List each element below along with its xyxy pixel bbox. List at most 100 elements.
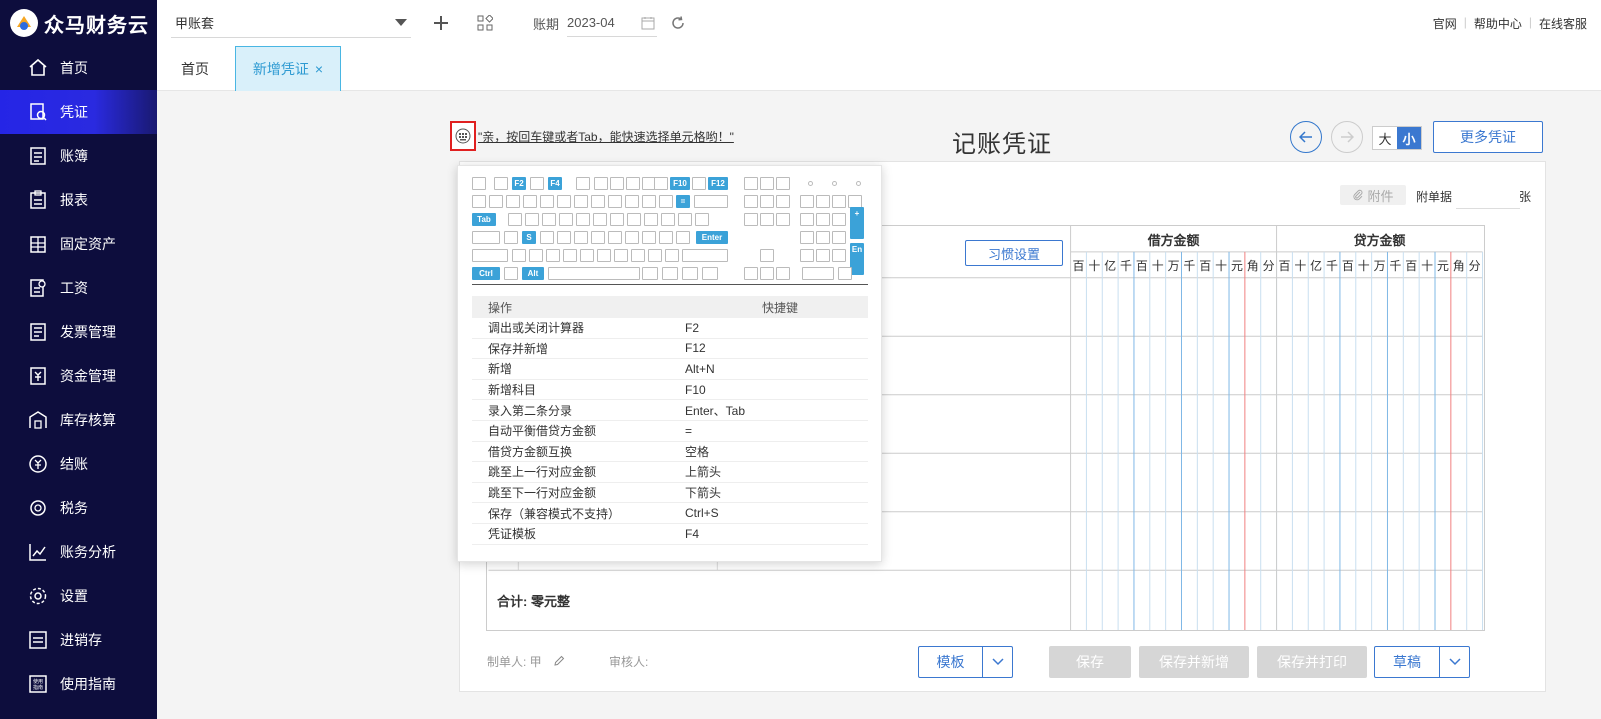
- divider: [472, 284, 868, 285]
- keyboard-key-highlight: S: [522, 231, 536, 244]
- digit-unit-label: 角: [1247, 259, 1259, 273]
- keyboard-key: [512, 249, 526, 262]
- shortcut-action: 跳至上一行对应金额: [488, 465, 597, 480]
- apps-grid-icon[interactable]: [477, 15, 493, 31]
- digit-unit-label: 分: [1263, 259, 1275, 273]
- digit-unit-label: 亿: [1310, 258, 1322, 273]
- digit-unit-label: 千: [1120, 259, 1132, 273]
- habit-settings-button[interactable]: 习惯设置: [965, 240, 1063, 266]
- shortcut-hint-text[interactable]: "亲，按回车键或者Tab，能快速选择单元格哟！": [478, 128, 734, 145]
- shortcut-action: 跳至下一行对应金额: [488, 486, 597, 501]
- keyboard-key: [642, 267, 658, 280]
- keyboard-key: [610, 213, 624, 226]
- tab-home[interactable]: 首页: [181, 46, 209, 91]
- sidebar-item-3[interactable]: 报表: [0, 178, 157, 222]
- template-button[interactable]: 模板: [918, 646, 1013, 678]
- keyboard-key: [760, 177, 774, 190]
- sidebar-item-11[interactable]: 账务分析: [0, 530, 157, 574]
- save-and-print-button[interactable]: 保存并打印: [1257, 646, 1367, 678]
- draft-button[interactable]: 草稿: [1374, 646, 1470, 678]
- sidebar-item-2[interactable]: 账簿: [0, 134, 157, 178]
- keyboard-key-highlight: En: [850, 243, 864, 275]
- shortcut-action: 保存（兼容模式不支持）: [488, 506, 621, 521]
- shortcut-table: 操作 快捷键 调出或关闭计算器 F2 保存并新增 F12 新增 Alt+N 新增科目 F10 录…: [472, 296, 868, 545]
- more-vouchers-button[interactable]: 更多凭证: [1433, 121, 1543, 153]
- keyboard-key: [489, 195, 503, 208]
- sidebar-item-10[interactable]: 税务: [0, 486, 157, 530]
- keyboard-key: [608, 231, 622, 244]
- attachment-button[interactable]: 附件: [1340, 185, 1406, 205]
- arrow-right-icon: [1341, 131, 1354, 143]
- keyboard-shortcut-button[interactable]: [450, 121, 476, 151]
- sidebar-item-4[interactable]: 固定资产: [0, 222, 157, 266]
- shortcut-action: 新增: [488, 362, 513, 377]
- link-online-service[interactable]: 在线客服: [1539, 15, 1587, 32]
- size-small-button[interactable]: 小: [1397, 127, 1421, 149]
- digit-unit-label: 亿: [1104, 258, 1116, 273]
- shortcut-action: 录入第二条分录: [488, 403, 573, 418]
- maker-label: 制单人: 甲: [487, 655, 542, 669]
- keyboard-key: [654, 177, 668, 190]
- logo-mark-icon: [10, 9, 38, 37]
- sidebar-item-13[interactable]: 进销存: [0, 618, 157, 662]
- keyboard-key: [659, 195, 673, 208]
- shortcut-action: 凭证模板: [488, 527, 537, 542]
- sidebar-item-9[interactable]: 结账: [0, 442, 157, 486]
- link-help-center[interactable]: 帮助中心: [1474, 15, 1522, 32]
- link-official-site[interactable]: 官网: [1433, 15, 1457, 32]
- chevron-down-icon[interactable]: [982, 647, 1012, 677]
- period-input[interactable]: 2023-04: [567, 9, 658, 37]
- keyboard-key: [760, 267, 774, 280]
- sidebar-item-0[interactable]: 首页: [0, 46, 157, 90]
- sidebar-item-label: 发票管理: [60, 324, 116, 340]
- calendar-icon[interactable]: [641, 16, 655, 30]
- save-button[interactable]: 保存: [1049, 646, 1131, 678]
- shortcut-row: 新增 Alt+N: [472, 359, 868, 380]
- keyboard-key: [832, 249, 846, 262]
- sidebar-item-6[interactable]: 发票管理: [0, 310, 157, 354]
- keyboard-key-highlight: F4: [548, 177, 562, 190]
- tab-new-voucher-label: 新增凭证: [252, 61, 309, 77]
- keyboard-key: [744, 195, 758, 208]
- app-logo[interactable]: 众马财务云: [0, 0, 157, 46]
- chevron-down-icon[interactable]: [1439, 647, 1469, 677]
- account-select[interactable]: 甲账套: [171, 8, 411, 38]
- keyboard-key: [530, 177, 544, 190]
- draft-button-label: 草稿: [1393, 654, 1421, 670]
- size-big-button[interactable]: 大: [1373, 127, 1397, 149]
- sidebar-item-14[interactable]: 使用 指南 使用指南: [0, 662, 157, 706]
- keyboard-key: [631, 249, 645, 262]
- close-icon[interactable]: ×: [315, 61, 323, 77]
- tab-new-voucher[interactable]: 新增凭证 ×: [235, 46, 341, 91]
- keyboard-key: [593, 213, 607, 226]
- sidebar-item-label: 进销存: [60, 632, 102, 648]
- next-voucher-button[interactable]: [1331, 121, 1363, 153]
- voucher-icon: [28, 102, 48, 122]
- sidebar-item-1[interactable]: 凭证: [0, 90, 157, 134]
- sidebar-item-label: 首页: [60, 60, 88, 76]
- digit-unit-label: 十: [1152, 259, 1164, 273]
- keyboard-key: [800, 249, 814, 262]
- keyboard-key: [800, 213, 814, 226]
- save-and-new-button[interactable]: 保存并新增: [1139, 646, 1249, 678]
- keyboard-key: [557, 195, 571, 208]
- prev-voucher-button[interactable]: [1290, 121, 1322, 153]
- pencil-icon[interactable]: [553, 655, 565, 667]
- sidebar-item-5[interactable]: 工资: [0, 266, 157, 310]
- keyboard-key: [776, 213, 790, 226]
- sidebar-item-12[interactable]: 设置: [0, 574, 157, 618]
- maker-field: 制单人: 甲: [487, 653, 565, 670]
- add-icon[interactable]: [433, 15, 449, 31]
- keyboard-key-highlight: Ctrl: [472, 267, 500, 280]
- svg-text:指南: 指南: [33, 684, 43, 691]
- keyboard-key-highlight: +: [850, 207, 864, 239]
- attachment-count-input[interactable]: [1456, 183, 1520, 209]
- sidebar-item-label: 账簿: [60, 148, 88, 164]
- total-label: 合计: 零元整: [497, 594, 570, 609]
- refresh-icon[interactable]: [671, 16, 685, 30]
- sidebar-item-label: 报表: [60, 192, 88, 208]
- sidebar-item-8[interactable]: 库存核算: [0, 398, 157, 442]
- sidebar-item-7[interactable]: 资金管理: [0, 354, 157, 398]
- invoice-icon: [28, 322, 48, 342]
- keyboard-key: [816, 231, 830, 244]
